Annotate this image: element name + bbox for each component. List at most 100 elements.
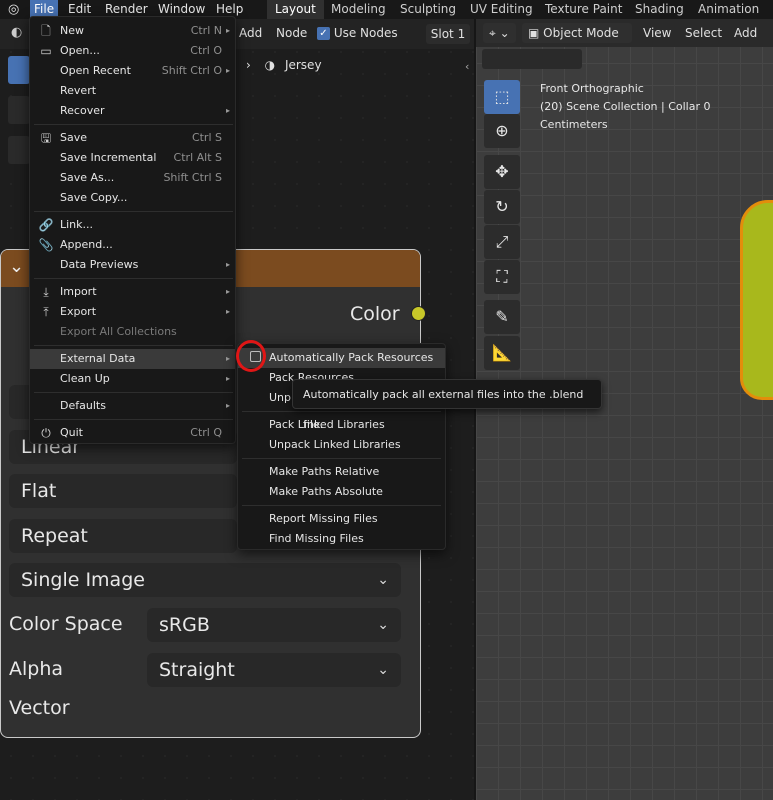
view-menu[interactable]: View <box>643 23 671 43</box>
measure-tool[interactable]: 📐 <box>484 336 520 370</box>
save-icon: 🖫 <box>40 131 52 145</box>
extension-dropdown[interactable]: Repeat <box>9 519 237 553</box>
menu-item-revert[interactable]: Revert <box>30 81 235 101</box>
cursor-tool[interactable]: ⊕ <box>484 114 520 148</box>
source-value: Single Image <box>21 569 145 591</box>
annotate-tool[interactable]: ✎ <box>484 300 520 334</box>
source-dropdown[interactable]: Single Image ⌄ <box>9 563 401 597</box>
submenu-arrow-icon: ▸ <box>225 66 230 75</box>
menu-divider <box>34 419 233 420</box>
menu-item-quit[interactable]: ⏻ Quit Ctrl Q <box>30 423 235 443</box>
blender-logo-icon[interactable]: ◎ <box>8 2 19 17</box>
vector-input-label: Vector <box>9 697 70 719</box>
menu-item-new[interactable]: 🗋 New Ctrl N ▸ <box>30 21 235 41</box>
tab-uv-editing[interactable]: UV Editing <box>462 0 541 19</box>
menu-item-save[interactable]: 🖫 Save Ctrl S <box>30 128 235 148</box>
scale-tool[interactable]: ⤢ <box>484 225 520 259</box>
sidebar-toggle-icon[interactable]: ‹ <box>465 60 469 73</box>
tab-shading[interactable]: Shading <box>627 0 692 19</box>
tab-layout[interactable]: Layout <box>267 0 324 19</box>
menu-item-make-paths-relative[interactable]: Make Paths Relative <box>238 462 445 482</box>
move-tool[interactable]: ✥ <box>484 155 520 189</box>
tab-texture-paint[interactable]: Texture Paint <box>537 0 630 19</box>
add-menu[interactable]: Add <box>734 23 757 43</box>
selection-mode-buttons[interactable] <box>482 49 582 69</box>
chevron-right-icon: › <box>246 58 251 72</box>
menu-divider <box>34 278 233 279</box>
append-icon: 📎 <box>38 238 54 252</box>
color-space-value: sRGB <box>159 614 210 636</box>
rotate-tool[interactable]: ↻ <box>484 190 520 224</box>
folder-icon: ▭ <box>40 44 52 58</box>
color-space-label: Color Space <box>9 613 123 635</box>
select-tool-button[interactable] <box>8 56 30 84</box>
submenu-arrow-icon: ▸ <box>225 26 230 35</box>
use-nodes-toggle[interactable]: ✓ Use Nodes <box>317 26 398 40</box>
highlight-annotation <box>236 340 266 372</box>
cursor-icon: ⊕ <box>495 121 509 140</box>
file-menu: 🗋 New Ctrl N ▸ ▭ Open... Ctrl O Open Rec… <box>29 16 236 444</box>
use-nodes-checkbox-icon[interactable]: ✓ <box>317 27 330 40</box>
menu-divider <box>242 505 441 506</box>
editor-type-3d-icon[interactable]: ⌖ ⌄ <box>483 23 516 43</box>
menu-item-defaults[interactable]: Defaults ▸ <box>30 396 235 416</box>
viewport-info: Front Orthographic (20) Scene Collection… <box>540 80 711 134</box>
tab-animation[interactable]: Animation <box>690 0 767 19</box>
menu-item-unpack-linked-libraries[interactable]: Unpack Linked Libraries <box>238 435 445 455</box>
menu-item-save-as[interactable]: Save As... Shift Ctrl S <box>30 168 235 188</box>
collapse-chevron-icon[interactable]: ⌄ <box>9 256 24 277</box>
menu-item-link[interactable]: 🔗 Link... <box>30 215 235 235</box>
transform-tool[interactable]: ⛶ <box>484 260 520 294</box>
annotate-tool-button[interactable] <box>8 96 30 124</box>
select-menu[interactable]: Select <box>685 23 722 43</box>
submenu-arrow-icon: ▸ <box>225 260 230 269</box>
tab-sculpting[interactable]: Sculpting <box>392 0 464 19</box>
alpha-value: Straight <box>159 659 235 681</box>
menu-item-append[interactable]: 📎 Append... <box>30 235 235 255</box>
menu-item-find-missing-files[interactable]: Find Missing Files <box>238 529 445 549</box>
editor-type-icon[interactable]: ◐ <box>11 25 31 43</box>
projection-dropdown[interactable]: Flat <box>9 474 237 508</box>
submenu-arrow-icon: ▸ <box>225 106 230 115</box>
menu-divider <box>242 411 441 412</box>
alpha-dropdown[interactable]: Straight ⌄ <box>147 653 401 687</box>
select-box-icon: ⬚ <box>494 87 510 106</box>
new-file-icon: 🗋 <box>41 24 51 38</box>
tab-modeling[interactable]: Modeling <box>323 0 394 19</box>
submenu-arrow-icon: ▸ <box>225 287 230 296</box>
menu-item-open[interactable]: ▭ Open... Ctrl O <box>30 41 235 61</box>
menu-item-automatically-pack-resources[interactable]: Automatically Pack Resources <box>238 348 445 368</box>
submenu-arrow-icon: ▸ <box>225 307 230 316</box>
cut-tool-button[interactable] <box>8 136 30 164</box>
measure-icon: 📐 <box>492 343 512 362</box>
menu-item-pack-linked-libraries[interactable]: Pack Linked Libraries <box>238 415 445 435</box>
chevron-down-icon: ⌄ <box>377 617 389 633</box>
mode-dropdown[interactable]: ▣ Object Mode ⌄ <box>522 23 632 60</box>
node-add-menu[interactable]: Add <box>239 26 262 40</box>
menu-item-make-paths-absolute[interactable]: Make Paths Absolute <box>238 482 445 502</box>
mode-value: Object Mode <box>543 26 619 40</box>
color-output-socket[interactable] <box>411 306 426 321</box>
menu-item-open-recent[interactable]: Open Recent Shift Ctrl O ▸ <box>30 61 235 81</box>
menu-divider <box>34 211 233 212</box>
link-icon: 🔗 <box>38 218 54 232</box>
menu-item-clean-up[interactable]: Clean Up ▸ <box>30 369 235 389</box>
select-box-tool[interactable]: ⬚ <box>484 80 520 114</box>
node-node-menu[interactable]: Node <box>276 26 307 40</box>
submenu-arrow-icon: ▸ <box>225 401 230 410</box>
menu-divider <box>34 124 233 125</box>
menu-item-save-copy[interactable]: Save Copy... <box>30 188 235 208</box>
breadcrumb[interactable]: › ◑ Jersey <box>246 58 322 72</box>
menu-item-recover[interactable]: Recover ▸ <box>30 101 235 121</box>
menu-item-report-missing-files[interactable]: Report Missing Files <box>238 509 445 529</box>
menu-item-export[interactable]: ⤒ Export ▸ <box>30 302 235 322</box>
menu-item-import[interactable]: ⤓ Import ▸ <box>30 282 235 302</box>
color-output-label: Color <box>350 303 400 325</box>
jersey-mesh[interactable] <box>740 200 773 400</box>
menu-item-external-data[interactable]: External Data ▸ <box>30 349 235 369</box>
menu-item-save-incremental[interactable]: Save Incremental Ctrl Alt S <box>30 148 235 168</box>
menu-item-data-previews[interactable]: Data Previews ▸ <box>30 255 235 275</box>
color-space-dropdown[interactable]: sRGB ⌄ <box>147 608 401 642</box>
menu-item-export-all-collections[interactable]: Export All Collections <box>30 322 235 342</box>
slot-selector[interactable]: Slot 1 <box>426 24 470 44</box>
